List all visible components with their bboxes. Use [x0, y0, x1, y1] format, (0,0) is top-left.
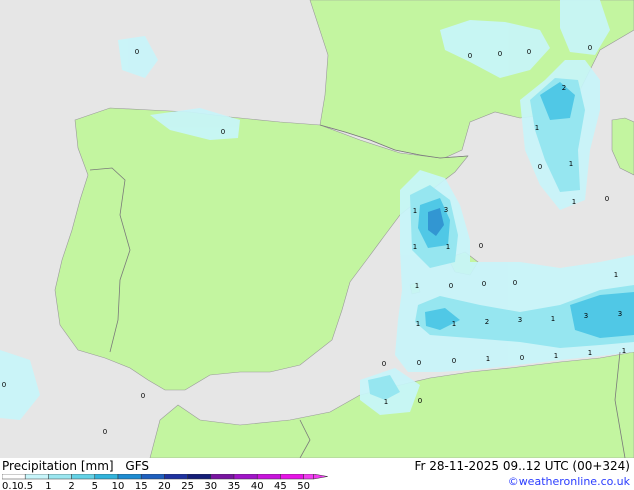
legend-tick-label: 35 — [228, 481, 241, 490]
precip-value: 0 — [513, 279, 517, 287]
precip-value: 1 — [554, 352, 558, 360]
legend-tick-label: 30 — [204, 481, 217, 490]
precip-value: 3 — [584, 312, 588, 320]
map-canvas: 0 0 0 0 0 2 1 0 1 1 0 1 3 1 1 0 1 0 0 0 1 1 1 2 3 1 3 3 0 0 0 1 0 1 1 1 1 0 0 0… — [0, 0, 634, 458]
legend-tick-label: 10 — [112, 481, 125, 490]
legend-title: Precipitation [mm] GFS — [2, 459, 149, 473]
precip-value: 0 — [418, 397, 422, 405]
legend-swatch — [303, 474, 314, 480]
precip-value: 3 — [518, 316, 522, 324]
legend-swatch — [48, 474, 72, 480]
precip-value: 3 — [444, 206, 448, 214]
legend-tick-label: 2 — [68, 481, 74, 490]
precip-value: 1 — [551, 315, 555, 323]
precip-value: 2 — [485, 318, 489, 326]
legend-swatch — [280, 474, 304, 480]
legend-tick-label: 5 — [92, 481, 98, 490]
precip-value: 1 — [588, 349, 592, 357]
precip-value: 0 — [468, 52, 472, 60]
precip-value: 0 — [588, 44, 592, 52]
precip-value: 1 — [622, 347, 626, 355]
precip-value: 0 — [135, 48, 139, 56]
legend-swatch — [187, 474, 212, 480]
legend-swatch — [233, 474, 258, 480]
legend-tick-label: 0.1 — [2, 481, 18, 490]
precip-value: 1 — [415, 282, 419, 290]
precip-value: 0 — [2, 381, 6, 389]
precip-value: 0 — [498, 50, 502, 58]
legend-swatch — [210, 474, 235, 480]
legend-swatch — [140, 474, 165, 480]
precip-value: 0 — [482, 280, 486, 288]
precip-value: 0 — [452, 357, 456, 365]
precip-value: 1 — [452, 320, 456, 328]
legend-swatch — [94, 474, 119, 480]
legend-tick-label: 50 — [297, 481, 310, 490]
precip-value: 1 — [384, 398, 388, 406]
precip-value: 1 — [572, 198, 576, 206]
precip-value: 0 — [417, 359, 421, 367]
map-footer: Precipitation [mm] GFS Fr 28-11-2025 09.… — [0, 458, 634, 490]
precipitation-map: 0 0 0 0 0 2 1 0 1 1 0 1 3 1 1 0 1 0 0 0 1 1 1 2 3 1 3 3 0 0 0 1 0 1 1 1 1 0 0 0… — [0, 0, 634, 458]
legend-color-scale: 0.1 0.5 1 2 5 10 15 20 25 30 35 40 45 50 — [2, 474, 328, 490]
precip-value: 1 — [614, 271, 618, 279]
precip-value: 3 — [618, 310, 622, 318]
precip-value: 1 — [413, 207, 417, 215]
precip-value: 1 — [413, 243, 417, 251]
precip-value: 0 — [520, 354, 524, 362]
precip-value: 1 — [416, 320, 420, 328]
precip-value: 1 — [446, 243, 450, 251]
precip-value: 1 — [486, 355, 490, 363]
legend-arrow — [313, 474, 328, 480]
legend-swatch — [256, 474, 281, 480]
precip-value: 0 — [221, 128, 225, 136]
precip-value: 1 — [535, 124, 539, 132]
precip-value: 0 — [103, 428, 107, 436]
legend-swatch — [117, 474, 142, 480]
run-info: Fr 28-11-2025 09..12 UTC (00+324) — [414, 459, 630, 473]
legend-tick-label: 45 — [274, 481, 287, 490]
legend-swatch — [164, 474, 188, 480]
legend-model: GFS — [125, 459, 149, 473]
legend-tick-label: 40 — [251, 481, 264, 490]
precip-value: 1 — [569, 160, 573, 168]
legend-tick-label: 0.5 — [17, 481, 33, 490]
legend-tick-label: 1 — [45, 481, 51, 490]
precip-value: 0 — [449, 282, 453, 290]
precip-value: 0 — [382, 360, 386, 368]
precip-value: 2 — [562, 84, 566, 92]
legend-swatch — [2, 474, 26, 480]
precip-value: 0 — [479, 242, 483, 250]
legend-title-text: Precipitation [mm] — [2, 459, 114, 473]
legend-swatch — [24, 474, 49, 480]
legend-tick-label: 20 — [158, 481, 171, 490]
legend-tick-label: 15 — [135, 481, 148, 490]
precip-value: 0 — [538, 163, 542, 171]
site-credit[interactable]: ©weatheronline.co.uk — [508, 475, 630, 488]
precip-value: 0 — [141, 392, 145, 400]
precip-value: 0 — [527, 48, 531, 56]
legend-swatch — [71, 474, 96, 480]
precip-value: 0 — [605, 195, 609, 203]
legend-tick-label: 25 — [181, 481, 194, 490]
